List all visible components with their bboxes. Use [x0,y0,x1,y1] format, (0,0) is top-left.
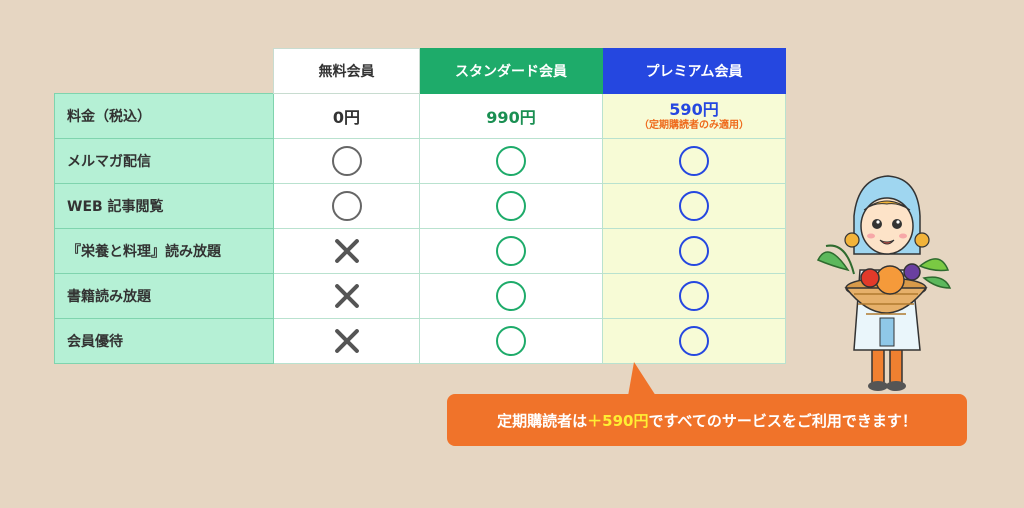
column-header-free: 無料会員 [273,48,420,94]
callout-text-after: ですべてのサービスをご利用できます！ [648,411,917,430]
row-label: メルマガ配信 [54,137,274,184]
circle-icon [496,325,526,356]
cross-icon [332,281,362,311]
circle-icon [496,145,526,176]
price-premium-note: （定期購読者のみ適用） [639,119,749,131]
table-row: 料金（税込） 0円 990円 590円 （定期購読者のみ適用） [54,92,786,139]
cross-icon [332,236,362,266]
row-label: 料金（税込） [54,92,274,139]
plan-comparison-table: 無料会員 スタンダード会員 プレミアム会員 料金（税込） 0円 990円 590… [54,48,786,364]
circle-icon [496,190,526,221]
circle-icon [496,280,526,311]
row-label: 書籍読み放題 [54,272,274,319]
table-row: WEB 記事閲覧 [54,182,786,229]
column-header-premium: プレミアム会員 [602,48,786,94]
column-header-standard: スタンダード会員 [419,48,603,94]
price-standard: 990円 [486,107,536,127]
circle-icon [331,145,362,176]
callout-tail [628,362,656,396]
circle-icon [679,235,709,266]
table-row: 『栄養と料理』読み放題 [54,227,786,274]
price-premium-cell: 590円 （定期購読者のみ適用） [602,92,786,139]
row-label: WEB 記事閲覧 [54,182,274,229]
price-premium: 590円 [669,99,719,119]
row-label: 『栄養と料理』読み放題 [54,227,274,274]
circle-icon [679,190,709,221]
table-row: メルマガ配信 [54,137,786,184]
price-free-cell: 0円 [273,92,420,139]
mascot-illustration [816,175,952,391]
header-row: 無料会員 スタンダード会員 プレミアム会員 [55,48,786,94]
circle-icon [496,235,526,266]
circle-icon [679,145,709,176]
row-label: 会員優待 [54,317,274,364]
circle-icon [331,190,362,221]
circle-icon [679,280,709,311]
table-row: 書籍読み放題 [54,272,786,319]
table-corner [55,49,274,94]
price-standard-cell: 990円 [419,92,603,139]
cross-icon [332,326,362,356]
price-free: 0円 [332,107,361,127]
circle-icon [679,325,709,356]
callout-text-before: 定期購読者は [497,411,588,430]
table-row: 会員優待 [54,317,786,364]
callout-highlight: ＋590円 [587,411,649,430]
callout-banner: 定期購読者は ＋590円 ですべてのサービスをご利用できます！ [447,394,967,446]
